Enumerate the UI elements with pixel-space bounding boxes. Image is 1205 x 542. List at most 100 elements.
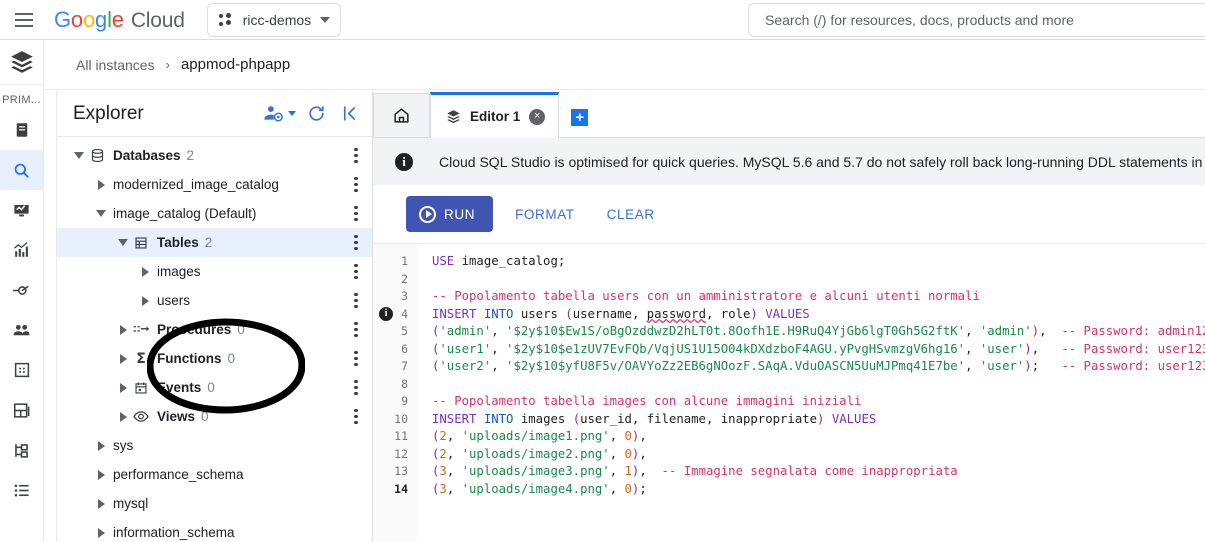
breadcrumb-root[interactable]: All instances: [76, 57, 155, 73]
row-more-options-icon[interactable]: [348, 350, 364, 368]
row-more-options-icon[interactable]: [348, 408, 364, 426]
tree-row-images[interactable]: images: [57, 257, 372, 286]
chevron-right-icon[interactable]: [115, 412, 131, 422]
tree-row-modernized-image-catalog[interactable]: modernized_image_catalog: [57, 170, 372, 199]
search-input[interactable]: [763, 11, 1205, 29]
row-more-options-icon[interactable]: [348, 176, 364, 194]
clear-button[interactable]: CLEAR: [597, 199, 665, 230]
logo-letter: G: [54, 7, 71, 33]
rail-item-users[interactable]: [0, 310, 43, 350]
chevron-right-icon[interactable]: [115, 383, 131, 393]
add-tab-button[interactable]: +: [571, 109, 588, 126]
tree-row-information-schema[interactable]: information_schema: [57, 518, 372, 542]
row-more-options-icon[interactable]: [348, 234, 364, 252]
tree-row-functions[interactable]: ΣFunctions0: [57, 344, 372, 373]
bar-chart-icon: [12, 241, 31, 260]
add-connection-icon[interactable]: [258, 99, 288, 129]
sql-code[interactable]: USE image_catalog; -- Popolamento tabell…: [417, 244, 1205, 542]
chevron-right-icon[interactable]: [93, 180, 109, 190]
chevron-down-icon[interactable]: [288, 111, 296, 116]
sql-line[interactable]: ('admin', '$2y$10$Ew1S/oBgOzddwzD2hLT0t.…: [432, 323, 1205, 341]
sql-line[interactable]: ('user1', '$2y$10$e1zUV7EvFQb/VqjUS1U15O…: [432, 341, 1205, 359]
tree-row-mysql[interactable]: mysql: [57, 489, 372, 518]
project-selector[interactable]: ricc-demos: [207, 3, 341, 37]
google-cloud-logo[interactable]: Google Cloud: [54, 7, 185, 33]
monitoring-icon: [12, 201, 31, 220]
tree-row-performance-schema[interactable]: performance_schema: [57, 460, 372, 489]
rail-item-backups[interactable]: [0, 390, 43, 430]
hamburger-menu-icon[interactable]: [0, 0, 48, 40]
chevron-right-icon[interactable]: [115, 325, 131, 335]
chevron-down-icon[interactable]: [71, 152, 87, 159]
sql-line[interactable]: -- Popolamento tabella users con un ammi…: [432, 288, 1205, 306]
close-icon[interactable]: ×: [529, 109, 545, 125]
tree-row-tables[interactable]: Tables2: [57, 228, 372, 257]
sql-line[interactable]: ('user2', '$2y$10$yfU8F5v/OAVYoZz2EB6gNO…: [432, 358, 1205, 376]
line-number: 8: [373, 376, 417, 394]
home-icon: [392, 106, 411, 125]
rail-item-query-insights[interactable]: [0, 230, 43, 270]
row-more-options-icon[interactable]: [348, 147, 364, 165]
format-button[interactable]: FORMAT: [505, 199, 585, 230]
row-more-options-icon[interactable]: [348, 321, 364, 339]
sql-line[interactable]: USE image_catalog;: [432, 253, 1205, 271]
rail-item-replicas[interactable]: [0, 430, 43, 470]
project-name: ricc-demos: [243, 12, 311, 28]
rail-item-connections[interactable]: [0, 270, 43, 310]
tree-row-views[interactable]: Views0: [57, 402, 372, 431]
sql-line[interactable]: [432, 271, 1205, 289]
gutter-info-icon[interactable]: i: [375, 307, 397, 321]
rail-item-monitoring[interactable]: [0, 190, 43, 230]
line-number: 1: [373, 253, 417, 271]
sql-line[interactable]: (2, 'uploads/image2.png', 0),: [432, 446, 1205, 464]
chevron-down-icon[interactable]: [115, 239, 131, 246]
tables-icon: [131, 236, 151, 250]
rail-item-cloud-sql-studio[interactable]: [0, 150, 43, 190]
editor-toolbar: RUN FORMAT CLEAR: [373, 185, 1205, 244]
explorer-panel: Explorer: [56, 91, 373, 542]
info-banner: i Cloud SQL Studio is optimised for quic…: [373, 138, 1205, 185]
chevron-down-icon[interactable]: [93, 210, 109, 217]
tree-row-events[interactable]: Events0: [57, 373, 372, 402]
sql-line[interactable]: INSERT INTO images (user_id, filename, i…: [432, 411, 1205, 429]
tree-row-databases[interactable]: Databases2: [57, 141, 372, 170]
chevron-right-icon[interactable]: [137, 296, 153, 306]
chevron-right-icon[interactable]: [93, 441, 109, 451]
rail-item-operations[interactable]: [0, 470, 43, 510]
tree-row-users[interactable]: users: [57, 286, 372, 315]
rail-item-overview[interactable]: [0, 110, 43, 150]
chevron-right-icon[interactable]: [93, 528, 109, 538]
logo-letter: o: [71, 7, 83, 33]
row-more-options-icon[interactable]: [348, 379, 364, 397]
product-icon-rail: PRIM...: [0, 40, 44, 542]
row-more-options-icon[interactable]: [348, 292, 364, 310]
row-more-options-icon[interactable]: [348, 263, 364, 281]
line-number-gutter: 1234i567891011121314: [373, 244, 417, 542]
global-search[interactable]: [748, 3, 1205, 37]
chevron-right-icon[interactable]: [93, 470, 109, 480]
line-number: 6: [373, 341, 417, 359]
chevron-right-icon[interactable]: [93, 499, 109, 509]
sql-line[interactable]: INSERT INTO users (username, password, r…: [432, 306, 1205, 324]
code-editor[interactable]: 1234i567891011121314 USE image_catalog; …: [373, 244, 1205, 542]
home-tab[interactable]: [373, 93, 430, 137]
tab-editor-1[interactable]: Editor 1 ×: [430, 92, 559, 138]
refresh-icon[interactable]: [301, 99, 331, 129]
rail-item-databases[interactable]: [0, 350, 43, 390]
tree-row-procedures[interactable]: Procedures0: [57, 315, 372, 344]
run-button[interactable]: RUN: [406, 196, 493, 232]
tree-row-label: Events: [157, 380, 201, 395]
sql-line[interactable]: (3, 'uploads/image4.png', 0);: [432, 481, 1205, 499]
chevron-right-icon[interactable]: [137, 267, 153, 277]
row-more-options-icon[interactable]: [348, 205, 364, 223]
sql-line[interactable]: (2, 'uploads/image1.png', 0),: [432, 428, 1205, 446]
collapse-panel-icon[interactable]: [334, 99, 364, 129]
tree-row-count: 2: [187, 148, 195, 163]
tree-row-sys[interactable]: sys: [57, 431, 372, 460]
sql-line[interactable]: [432, 376, 1205, 394]
sql-line[interactable]: -- Popolamento tabella images con alcune…: [432, 393, 1205, 411]
chevron-right-icon[interactable]: [115, 354, 131, 364]
sql-line[interactable]: (3, 'uploads/image3.png', 1), -- Immagin…: [432, 463, 1205, 481]
tree-row-image-catalog-default[interactable]: image_catalog (Default): [57, 199, 372, 228]
explorer-header: Explorer: [57, 91, 372, 137]
